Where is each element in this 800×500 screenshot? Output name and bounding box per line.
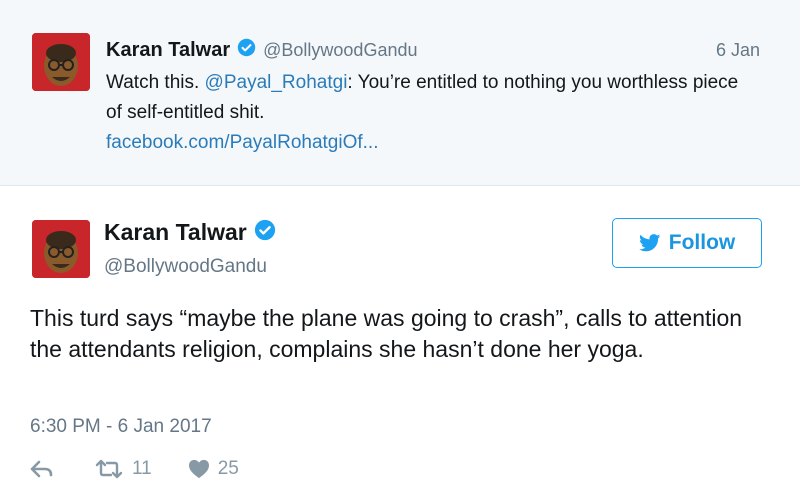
- tweet-text-prefix: Watch this.: [106, 72, 205, 93]
- tweet-date[interactable]: 6 Jan: [716, 40, 760, 61]
- reply-tweet-text: Watch this. @Payal_Rohatgi: You’re entit…: [106, 68, 746, 158]
- reply-arrow-icon: [30, 459, 54, 479]
- follow-label: Follow: [668, 231, 736, 254]
- author-name[interactable]: Karan Talwar: [106, 39, 230, 62]
- follow-button[interactable]: Follow: [612, 218, 762, 268]
- like-count: 25: [217, 458, 239, 479]
- author-name[interactable]: Karan Talwar: [104, 219, 247, 246]
- verified-badge-icon: [254, 219, 276, 246]
- tweet-text: This turd says “maybe the plane was goin…: [30, 305, 743, 362]
- mention-link[interactable]: @Payal_Rohatgi: [205, 72, 348, 93]
- avatar-illustration-icon: [32, 220, 90, 278]
- avatar[interactable]: [32, 220, 90, 278]
- tweet-timestamp[interactable]: 6:30 PM - 6 Jan 2017: [30, 416, 212, 438]
- avatar-illustration-icon: [32, 33, 90, 91]
- like-button[interactable]: 25: [188, 458, 239, 480]
- heart-icon: [188, 459, 210, 479]
- reply-button[interactable]: [30, 459, 54, 479]
- author-handle[interactable]: @BollywoodGandu: [104, 256, 267, 278]
- reply-tweet[interactable]: Karan Talwar @BollywoodGandu 6 Jan Watch…: [0, 0, 800, 186]
- author-handle[interactable]: @BollywoodGandu: [263, 40, 417, 61]
- retweet-icon: [94, 459, 124, 479]
- avatar[interactable]: [32, 33, 90, 91]
- retweet-button[interactable]: 11: [94, 458, 152, 480]
- tweet-actions: 11 25: [30, 458, 239, 480]
- verified-badge-icon: [237, 38, 256, 62]
- twitter-bird-icon: [638, 234, 661, 252]
- url-link[interactable]: facebook.com/PayalRohatgiOf...: [106, 132, 378, 153]
- retweet-count: 11: [132, 458, 152, 479]
- author-name-row: Karan Talwar: [104, 219, 276, 246]
- reply-header: Karan Talwar @BollywoodGandu: [106, 38, 418, 62]
- main-tweet: Karan Talwar @BollywoodGandu Follow This…: [0, 186, 800, 500]
